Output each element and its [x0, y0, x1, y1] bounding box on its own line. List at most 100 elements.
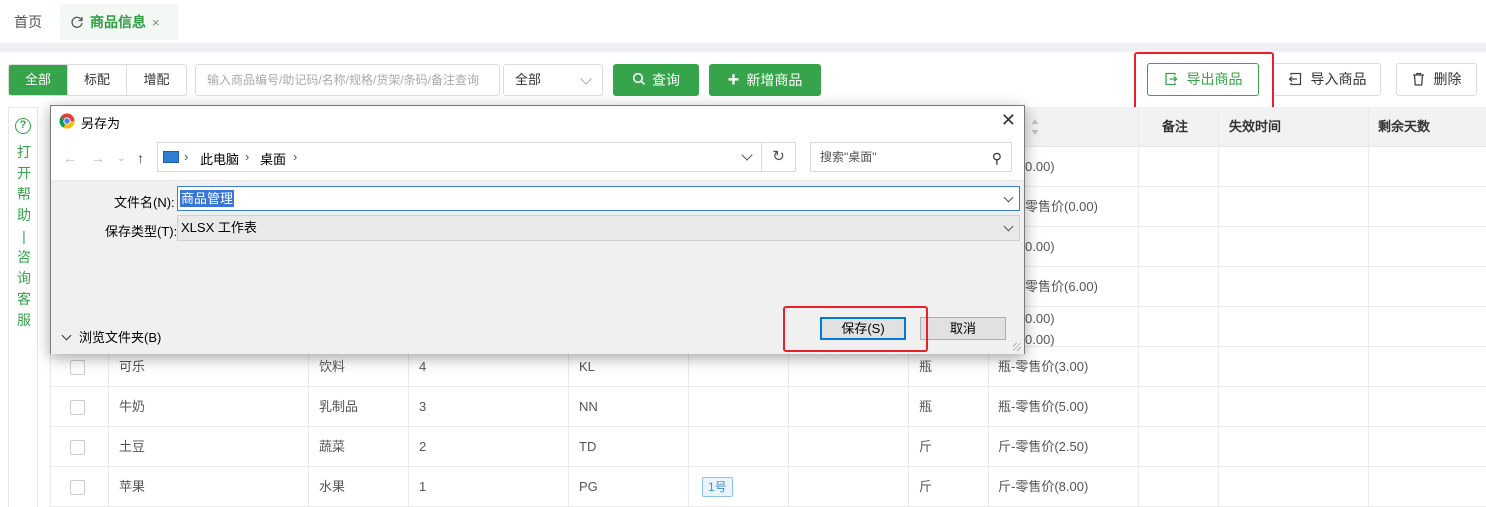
filter-standard[interactable]: 标配: [68, 65, 127, 95]
unit-cell: 斤: [919, 479, 933, 494]
col-expire-time[interactable]: 失效时间: [1229, 107, 1281, 147]
filter-segment: 全部 标配 增配: [8, 64, 187, 96]
help-text: 打开帮助 | 咨询客服: [17, 144, 31, 328]
row-checkbox[interactable]: [70, 360, 85, 375]
search-icon: ⚲: [991, 150, 1002, 166]
col-days-left[interactable]: 剩余天数: [1378, 107, 1430, 147]
tab-home[interactable]: 首页: [14, 4, 42, 40]
row-checkbox[interactable]: [70, 400, 85, 415]
close-tab-icon[interactable]: ×: [152, 15, 160, 30]
browse-folders-toggle[interactable]: 浏览文件夹(B): [61, 327, 162, 346]
new-product-button[interactable]: + 新增商品: [709, 64, 821, 96]
recent-chevron-icon[interactable]: ⌄: [117, 153, 125, 164]
shelf-tag: 1号: [702, 477, 733, 497]
unit-cell: 瓶: [919, 399, 933, 414]
price-cell: 0.00): [1025, 159, 1055, 174]
forward-icon[interactable]: →: [91, 150, 105, 166]
export-highlight-box: [1134, 52, 1274, 112]
table-row[interactable]: 土豆 蔬菜 2 TD 斤 斤-零售价(2.50): [50, 427, 1486, 467]
help-sidebar[interactable]: ? 打开帮助 | 咨询客服: [8, 107, 38, 507]
search-icon: [632, 72, 646, 86]
computer-icon: [163, 151, 179, 163]
import-button[interactable]: 导入商品: [1273, 63, 1381, 96]
price-cell: 斤-零售价(2.50): [998, 439, 1089, 454]
breadcrumb-desktop[interactable]: 桌面: [260, 149, 286, 168]
filename-value: 商品管理: [180, 190, 235, 207]
code-cell: PG: [579, 479, 598, 494]
code-cell: NN: [579, 399, 598, 414]
refresh-button[interactable]: ↻: [762, 142, 796, 172]
trash-icon: [1412, 72, 1424, 86]
tab-product-info[interactable]: 商品信息 ×: [60, 4, 178, 40]
category-cell: 蔬菜: [319, 439, 346, 454]
price-cell: 瓶-零售价(5.00): [998, 399, 1089, 414]
query-label: 查询: [652, 72, 680, 88]
code-cell: TD: [579, 439, 597, 454]
table-row[interactable]: 牛奶 乳制品 3 NN 瓶 瓶-零售价(5.00): [50, 387, 1486, 427]
col-remark[interactable]: 备注: [1162, 107, 1188, 147]
divider: [0, 44, 1486, 52]
shelf-cell: 1号: [702, 467, 733, 507]
table-header: 备注 失效时间 剩余天数: [1018, 107, 1486, 147]
price-cell: 0.00): [1025, 239, 1055, 254]
category-cell: 水果: [319, 479, 346, 494]
breadcrumb-sep: ›: [245, 149, 250, 164]
filetype-value: XLSX 工作表: [181, 220, 257, 235]
chevron-down-icon: [61, 330, 72, 341]
dialog-nav: ← → ⌄ ↑ › 此电脑 › 桌面 › ↻ 搜索"桌面" ⚲: [51, 137, 1024, 181]
new-product-label: 新增商品: [746, 72, 803, 88]
price-cell: 零售价(0.00): [1025, 199, 1098, 214]
dialog-search-input[interactable]: 搜索"桌面" ⚲: [810, 142, 1012, 172]
name-cell: 牛奶: [119, 399, 146, 414]
import-icon: [1288, 72, 1301, 86]
category-cell: 乳制品: [319, 399, 359, 414]
cancel-button[interactable]: 取消: [920, 317, 1006, 340]
up-icon[interactable]: ↑: [137, 150, 144, 166]
back-icon[interactable]: ←: [63, 150, 77, 166]
name-cell: 苹果: [119, 479, 146, 494]
save-highlight-box: [783, 306, 928, 352]
refresh-icon[interactable]: [70, 15, 84, 29]
filter-all[interactable]: 全部: [9, 65, 68, 95]
plus-icon: +: [727, 69, 740, 91]
category-select-value: 全部: [515, 72, 542, 87]
row-checkbox[interactable]: [70, 440, 85, 455]
address-bar[interactable]: › 此电脑 › 桌面 ›: [157, 142, 762, 172]
tab-label: 商品信息: [90, 14, 146, 30]
dialog-title: 另存为: [81, 116, 121, 131]
id-cell: 2: [419, 439, 427, 454]
delete-label: 删除: [1433, 71, 1462, 87]
filetype-label: 保存类型(T):: [105, 224, 178, 239]
search-placeholder: 搜索"桌面": [820, 150, 877, 164]
breadcrumb-pc[interactable]: 此电脑: [200, 149, 239, 168]
search-input[interactable]: 输入商品编号/助记码/名称/规格/货架/条码/备注查询: [195, 64, 500, 96]
chevron-down-icon: [580, 73, 592, 85]
dialog-titlebar[interactable]: 另存为 ✕: [51, 106, 1024, 137]
price-cell: 斤-零售价(8.00): [998, 479, 1089, 494]
table-row[interactable]: 苹果 水果 1 PG 1号 斤 斤-零售价(8.00): [50, 467, 1486, 507]
id-cell: 1: [419, 479, 427, 494]
import-label: 导入商品: [1310, 71, 1367, 87]
close-icon[interactable]: ✕: [1001, 110, 1016, 131]
category-select[interactable]: 全部: [503, 64, 603, 96]
resize-grip[interactable]: [1013, 343, 1021, 351]
tab-bar: 首页 商品信息 ×: [0, 0, 1486, 44]
name-cell: 土豆: [119, 439, 146, 454]
row-checkbox[interactable]: [70, 480, 85, 495]
unit-cell: 斤: [919, 439, 933, 454]
breadcrumb-sep: ›: [293, 149, 298, 164]
browse-folders-label: 浏览文件夹(B): [79, 330, 162, 345]
filename-label: 文件名(N):: [114, 195, 175, 210]
breadcrumb-sep: ›: [184, 149, 189, 164]
sort-icon[interactable]: [1031, 118, 1039, 136]
chevron-down-icon[interactable]: [741, 149, 753, 161]
chevron-down-icon: [1003, 221, 1014, 232]
filetype-select[interactable]: XLSX 工作表: [177, 215, 1020, 241]
chevron-down-icon[interactable]: [1003, 192, 1014, 203]
help-icon: ?: [15, 118, 31, 134]
id-cell: 3: [419, 399, 427, 414]
delete-button[interactable]: 删除: [1396, 63, 1477, 96]
filter-enhanced[interactable]: 增配: [127, 65, 186, 95]
query-button[interactable]: 查询: [613, 64, 699, 96]
filename-field[interactable]: 商品管理: [177, 186, 1020, 211]
